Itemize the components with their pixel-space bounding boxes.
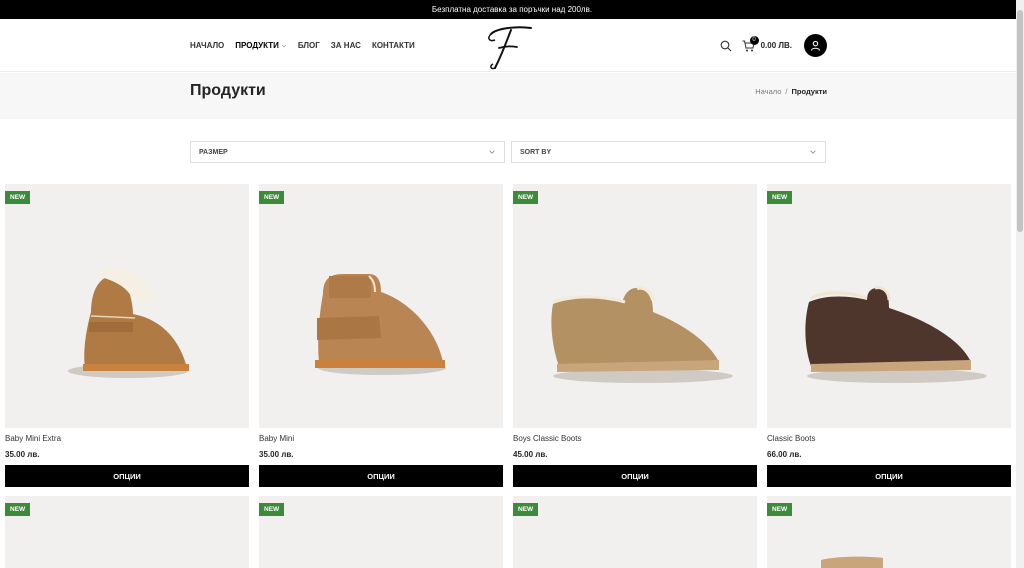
scrollbar-thumb[interactable] xyxy=(1017,10,1023,232)
breadcrumb: Начало / Продукти xyxy=(755,87,827,96)
sort-label: SORT BY xyxy=(520,148,552,156)
account-button[interactable] xyxy=(804,34,827,57)
chevron-down-icon xyxy=(281,44,286,47)
product-card: NEW xyxy=(767,496,1011,568)
nav-item-contacts[interactable]: КОНТАКТИ xyxy=(372,41,415,50)
breadcrumb-home[interactable]: Начало xyxy=(755,87,781,96)
announcement-text: Безплатна доставка за поръчки над 200лв. xyxy=(431,5,593,14)
product-card: NEW xyxy=(5,496,249,568)
product-name[interactable]: Baby Mini Extra xyxy=(5,434,249,444)
product-name[interactable]: Baby Mini xyxy=(259,434,503,444)
nav-label: ЗА НАС xyxy=(330,41,361,50)
options-button[interactable]: ОПЦИИ xyxy=(767,465,1011,487)
nav-label: ПРОДУКТИ xyxy=(235,41,279,50)
product-image[interactable]: NEW xyxy=(5,184,249,428)
site-header: НАЧАЛО ПРОДУКТИ БЛОГ ЗА НАС КОНТАКТИ 0 0… xyxy=(0,19,1024,72)
product-card: NEW Baby Mini 35.00 лв. ОПЦИИ xyxy=(259,184,503,487)
new-badge: NEW xyxy=(5,191,31,204)
page-title: Продукти xyxy=(190,82,266,99)
product-image[interactable]: NEW xyxy=(5,496,249,568)
slipper-boot-image xyxy=(805,286,987,383)
cart-button[interactable]: 0 0.00 ЛВ. xyxy=(742,35,792,52)
product-card: NEW xyxy=(259,496,503,568)
chevron-down-icon xyxy=(489,150,495,154)
new-badge: NEW xyxy=(259,191,285,204)
nav-label: БЛОГ xyxy=(297,41,320,50)
announcement-bar: Безплатна доставка за поръчки над 200лв. xyxy=(0,0,1024,19)
nav-item-products[interactable]: ПРОДУКТИ xyxy=(235,41,287,50)
search-button[interactable] xyxy=(720,40,732,52)
chevron-down-icon xyxy=(810,150,816,154)
product-card: NEW Classic Boots 66.00 лв. ОПЦИИ xyxy=(767,184,1011,487)
page-title-band xyxy=(0,73,1024,119)
product-image[interactable]: NEW xyxy=(513,496,757,568)
product-image[interactable]: NEW xyxy=(767,496,1011,568)
search-icon xyxy=(720,40,731,51)
new-badge: NEW xyxy=(5,503,31,516)
baby-boot-image xyxy=(315,274,446,375)
sort-select[interactable]: SORT BY xyxy=(511,141,826,163)
product-price: 35.00 лв. xyxy=(259,450,294,459)
nav-item-home[interactable]: НАЧАЛО xyxy=(190,41,224,50)
size-filter-label: РАЗМЕР xyxy=(199,148,228,156)
product-image[interactable]: NEW xyxy=(513,184,757,428)
breadcrumb-separator: / xyxy=(785,87,788,96)
breadcrumb-current: Продукти xyxy=(791,87,827,96)
scrollbar[interactable] xyxy=(1016,0,1024,568)
main-nav: НАЧАЛО ПРОДУКТИ БЛОГ ЗА НАС КОНТАКТИ xyxy=(190,19,415,72)
product-name[interactable]: Boys Classic Boots xyxy=(513,434,757,444)
new-badge: NEW xyxy=(767,191,793,204)
boot-top-image xyxy=(821,556,883,568)
cart-count-badge: 0 xyxy=(749,35,759,45)
new-badge: NEW xyxy=(767,503,793,516)
product-card: NEW Baby Mini Extra 35.00 лв. ОПЦИИ xyxy=(5,184,249,487)
product-price: 45.00 лв. xyxy=(513,450,548,459)
product-name[interactable]: Classic Boots xyxy=(767,434,1011,444)
size-filter-select[interactable]: РАЗМЕР xyxy=(190,141,505,163)
options-button[interactable]: ОПЦИИ xyxy=(259,465,503,487)
product-image[interactable]: NEW xyxy=(767,184,1011,428)
product-image[interactable]: NEW xyxy=(259,184,503,428)
product-card: NEW xyxy=(513,496,757,568)
nav-item-blog[interactable]: БЛОГ xyxy=(298,41,320,50)
script-f-logo[interactable] xyxy=(477,22,537,70)
new-badge: NEW xyxy=(513,503,539,516)
options-button[interactable]: ОПЦИИ xyxy=(513,465,757,487)
product-card: NEW Boys Classic Boots 45.00 лв. ОПЦИИ xyxy=(513,184,757,487)
nav-label: НАЧАЛО xyxy=(190,41,225,50)
nav-label: КОНТАКТИ xyxy=(371,41,415,50)
cart-total: 0.00 ЛВ. xyxy=(760,41,792,50)
product-price: 66.00 лв. xyxy=(767,450,802,459)
baby-boot-image xyxy=(68,268,189,378)
user-icon xyxy=(810,40,821,51)
product-image[interactable]: NEW xyxy=(259,496,503,568)
new-badge: NEW xyxy=(513,191,539,204)
header-actions: 0 0.00 ЛВ. xyxy=(720,19,827,72)
nav-item-about[interactable]: ЗА НАС xyxy=(331,41,361,50)
slipper-boot-image xyxy=(551,285,733,383)
new-badge: NEW xyxy=(259,503,285,516)
options-button[interactable]: ОПЦИИ xyxy=(5,465,249,487)
product-price: 35.00 лв. xyxy=(5,450,40,459)
